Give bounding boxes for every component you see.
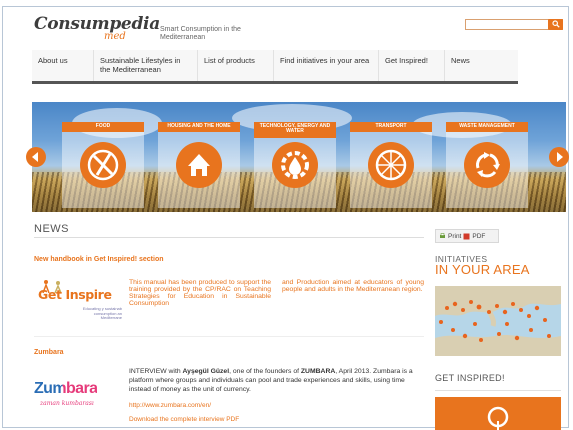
category-card-technology[interactable]: TECHNOLOGY, ENERGY AND WATER (254, 122, 336, 208)
house-icon (176, 142, 222, 188)
category-title: WASTE MANAGEMENT (446, 122, 528, 132)
article-title-handbook[interactable]: New handbook in Get Inspired! section (34, 256, 164, 263)
zumbara-link[interactable]: http://www.zumbara.com/en/ (129, 402, 211, 409)
get-inspired-heading: GET INSPIRED! (435, 373, 505, 383)
chevron-left-icon (32, 152, 38, 162)
print-icon (440, 232, 445, 238)
get-inspired-image-subtext: Educating y sustainab consumption an Med… (82, 306, 122, 320)
site-logo[interactable]: Consumpedia med (34, 14, 160, 44)
zumbara-logo-image[interactable]: Zumbara zaman kumbarası (34, 376, 122, 412)
category-card-food[interactable]: FOOD (62, 122, 144, 208)
fork-knife-icon (80, 142, 126, 188)
article-text-col1: This manual has been produced to support… (129, 279, 271, 307)
news-heading: NEWS (34, 223, 69, 235)
pdf-icon (463, 233, 470, 239)
category-title: TRANSPORT (350, 122, 432, 132)
body-mid: , one of the founders of (229, 368, 301, 375)
initiatives-map[interactable] (435, 286, 561, 356)
logo-main-text: Consumpedia (34, 14, 160, 34)
site-tagline: Smart Consumption in the Mediterranean (160, 26, 241, 41)
category-title: HOUSING AND THE HOME (158, 122, 240, 132)
body-prefix: INTERVIEW with (129, 368, 183, 375)
nav-item-find-initiatives[interactable]: Find initiatives in your area (274, 50, 379, 81)
banner-prev-button[interactable] (26, 147, 46, 167)
category-card-housing[interactable]: HOUSING AND THE HOME (158, 122, 240, 208)
divider (435, 390, 561, 391)
print-button[interactable]: Print (448, 233, 461, 240)
chevron-right-icon (557, 152, 563, 162)
download-interview-link[interactable]: Download the complete interview PDF (129, 416, 239, 423)
body-org: ZUMBARA (300, 368, 336, 375)
wheel-icon (368, 142, 414, 188)
nav-item-list-of-products[interactable]: List of products (198, 50, 274, 81)
divider (34, 336, 424, 337)
article-title-zumbara[interactable]: Zumbara (34, 349, 64, 356)
nav-item-get-inspired[interactable]: Get Inspired! (379, 50, 445, 81)
pdf-button[interactable]: PDF (472, 233, 485, 240)
gear-drop-icon (272, 142, 318, 188)
get-inspired-image[interactable]: Get Inspire Educating y sustainab consum… (34, 279, 122, 325)
search-button[interactable] (548, 19, 563, 30)
category-title: TECHNOLOGY, ENERGY AND WATER (254, 122, 336, 138)
category-title: FOOD (62, 122, 144, 132)
nav-item-news[interactable]: News (445, 50, 518, 81)
lightbulb-icon (487, 406, 509, 430)
zumbara-logo-text: Zumbara (34, 380, 98, 397)
article-text-col2: and Production aimed at educators of you… (282, 279, 424, 293)
print-pdf-toolbar: Print PDF (435, 229, 499, 243)
category-banner: FOOD HOUSING AND THE HOME TECHNOLOGY, EN… (32, 102, 566, 212)
map-illustration (435, 286, 561, 356)
banner-next-button[interactable] (549, 147, 569, 167)
logo-sub-text: med (104, 31, 126, 42)
recycle-icon (464, 142, 510, 188)
zumbara-logo-subtext: zaman kumbarası (40, 400, 94, 407)
body-name: Ayşegül Güzel (182, 368, 230, 375)
nav-item-sustainable-lifestyles[interactable]: Sustainable Lifestyles in the Mediterran… (94, 50, 198, 81)
get-inspired-promo[interactable] (435, 397, 561, 430)
zumbara-article-body: INTERVIEW with Ayşegül Güzel, one of the… (129, 367, 425, 394)
get-inspired-image-text: Get Inspire (38, 287, 112, 302)
divider (34, 237, 424, 238)
initiatives-heading-line2: IN YOUR AREA (435, 262, 530, 277)
search-icon (551, 20, 560, 28)
main-nav: About us Sustainable Lifestyles in the M… (32, 50, 518, 84)
category-card-transport[interactable]: TRANSPORT (350, 122, 432, 208)
category-card-waste[interactable]: WASTE MANAGEMENT (446, 122, 528, 208)
nav-item-about-us[interactable]: About us (32, 50, 94, 81)
